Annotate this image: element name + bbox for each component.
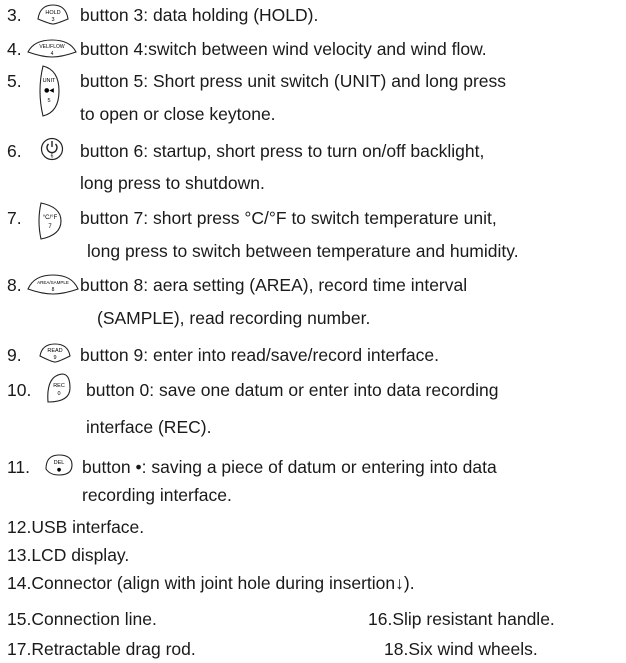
item-number: 8. xyxy=(7,275,22,295)
svg-text:5: 5 xyxy=(47,98,50,104)
item-number: 6. xyxy=(7,141,22,161)
list-item-14: 14.Connector (align with joint hole duri… xyxy=(7,573,415,593)
svg-text:9: 9 xyxy=(53,355,56,361)
item-number: 9. xyxy=(7,345,22,365)
svg-text:●◀: ●◀ xyxy=(44,87,54,94)
rec-button-icon: REC 0 xyxy=(44,372,72,404)
item-number: 10. xyxy=(7,380,32,400)
list-item-16: 16.Slip resistant handle. xyxy=(368,609,555,629)
list-item-15: 15.Connection line. xyxy=(7,609,157,629)
svg-text:●: ● xyxy=(57,467,62,473)
svg-text:3: 3 xyxy=(51,17,54,23)
list-item-13: 13.LCD display. xyxy=(7,545,130,565)
item-text: button 4:switch between wind velocity an… xyxy=(80,39,487,59)
item-number: 3. xyxy=(7,5,22,25)
temperature-unit-button-icon: °C/°F 7 xyxy=(35,201,65,241)
svg-text:8: 8 xyxy=(52,287,55,293)
item-text-continued: long press to shutdown. xyxy=(80,173,265,193)
item-text-continued: (SAMPLE), read recording number. xyxy=(97,308,371,328)
item-text: button 9: enter into read/save/record in… xyxy=(80,345,439,365)
item-text-continued: recording interface. xyxy=(82,485,232,505)
svg-text:READ: READ xyxy=(47,348,62,354)
svg-text:DEL: DEL xyxy=(54,460,65,466)
svg-text:0: 0 xyxy=(57,391,60,397)
item-text-continued: interface (REC). xyxy=(86,417,212,437)
list-item-17: 17.Retractable drag rod. xyxy=(7,639,196,659)
hold-button-icon: HOLD 3 xyxy=(36,3,70,25)
area-sample-button-icon: AREA/SAMPLE 8 xyxy=(26,273,80,295)
unit-button-icon: UNIT ●◀ 5 xyxy=(35,64,61,118)
svg-text:HOLD: HOLD xyxy=(45,10,60,16)
svg-text:4: 4 xyxy=(51,51,54,57)
item-number: 5. xyxy=(7,71,22,91)
del-button-icon: DEL ● xyxy=(44,453,74,477)
item-text: button 3: data holding (HOLD). xyxy=(80,5,319,25)
item-text: button •: saving a piece of datum or ent… xyxy=(82,457,497,477)
svg-text:REC: REC xyxy=(53,383,65,389)
svg-text:6: 6 xyxy=(51,154,54,160)
item-number: 11. xyxy=(7,457,31,477)
item-text: button 0: save one datum or enter into d… xyxy=(86,380,499,400)
power-button-icon: 6 xyxy=(40,136,64,162)
item-text: button 5: Short press unit switch (UNIT)… xyxy=(80,71,507,91)
item-text: button 7: short press °C/°F to switch te… xyxy=(80,208,497,228)
item-text-continued: long press to switch between temperature… xyxy=(87,241,519,261)
vel-flow-button-icon: VEL/FLOW 4 xyxy=(26,38,78,58)
svg-text:AREA/SAMPLE: AREA/SAMPLE xyxy=(37,280,69,285)
item-text: button 8: aera setting (AREA), record ti… xyxy=(80,275,468,295)
read-button-icon: READ 9 xyxy=(38,342,72,364)
item-number: 7. xyxy=(7,208,22,228)
item-number: 4. xyxy=(7,39,22,59)
svg-text:°C/°F: °C/°F xyxy=(43,215,58,221)
svg-text:UNIT: UNIT xyxy=(43,78,56,84)
list-item-18: 18.Six wind wheels. xyxy=(384,639,538,659)
svg-text:7: 7 xyxy=(48,224,52,230)
svg-text:VEL/FLOW: VEL/FLOW xyxy=(39,44,65,50)
item-text: button 6: startup, short press to turn o… xyxy=(80,141,485,161)
list-item-12: 12.USB interface. xyxy=(7,517,145,537)
item-text-continued: to open or close keytone. xyxy=(80,104,276,124)
